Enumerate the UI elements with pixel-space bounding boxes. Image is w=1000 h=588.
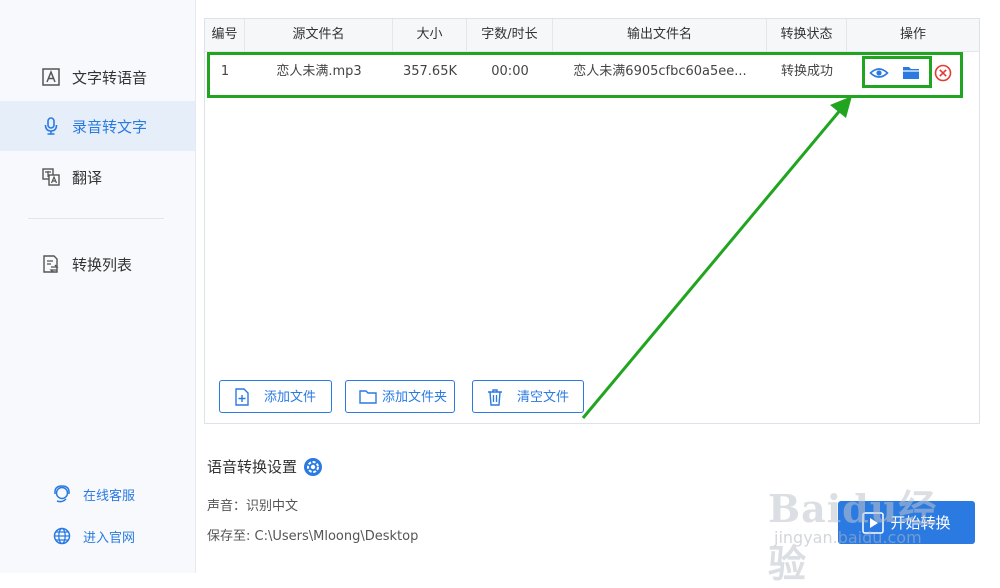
start-conversion-button[interactable]: 开始转换 — [838, 501, 975, 544]
header-source-file: 源文件名 — [245, 19, 393, 51]
sidebar-item-label: 录音转文字 — [72, 117, 148, 136]
globe-icon — [52, 526, 72, 546]
delete-row-button[interactable] — [933, 63, 953, 83]
row-actions — [865, 52, 975, 92]
official-site-label: 进入官网 — [83, 530, 136, 546]
start-conversion-label: 开始转换 — [890, 514, 951, 532]
sidebar-item-conversion-list[interactable]: 转换列表 — [0, 239, 195, 289]
sidebar-item-label: 文字转语音 — [72, 68, 148, 87]
add-file-icon — [232, 387, 252, 407]
add-folder-label: 添加文件夹 — [382, 390, 448, 405]
official-site-link[interactable]: 进入官网 — [52, 526, 135, 546]
header-index: 编号 — [205, 19, 245, 51]
row-status: 转换成功 — [780, 64, 833, 79]
sidebar-item-label: 转换列表 — [72, 255, 133, 274]
online-support-label: 在线客服 — [83, 488, 136, 504]
add-file-button[interactable]: 添加文件 — [219, 380, 332, 413]
preview-button[interactable] — [869, 63, 889, 83]
close-circle-icon — [934, 64, 952, 82]
header-size: 大小 — [393, 19, 467, 51]
header-output-file: 输出文件名 — [553, 19, 767, 51]
sidebar: 文字转语音 录音转文字 翻译 转换列表 在线客服 进入官网 — [0, 0, 196, 573]
microphone-icon — [40, 115, 62, 137]
header-duration: 字数/时长 — [467, 19, 553, 51]
folder-outline-icon — [358, 387, 378, 407]
file-list-panel: 编号 源文件名 大小 字数/时长 输出文件名 转换状态 操作 1 恋人未满.mp… — [204, 18, 980, 424]
table-header: 编号 源文件名 大小 字数/时长 输出文件名 转换状态 操作 — [205, 19, 979, 52]
clear-files-button[interactable]: 清空文件 — [472, 380, 584, 413]
folder-icon — [903, 67, 919, 79]
sidebar-item-translate[interactable]: 翻译 — [0, 152, 195, 202]
text-to-speech-icon — [40, 66, 62, 88]
table-row[interactable]: 1 恋人未满.mp3 357.65K 00:00 恋人未满6905cfbc60a… — [205, 52, 979, 96]
save-path-setting: 保存至: C:\Users\Mloong\Desktop — [207, 529, 419, 544]
add-folder-button[interactable]: 添加文件夹 — [345, 380, 455, 413]
row-duration: 00:00 — [491, 64, 529, 79]
row-source-file: 恋人未满.mp3 — [276, 64, 362, 79]
sidebar-item-recording-to-text[interactable]: 录音转文字 — [0, 101, 195, 151]
add-file-label: 添加文件 — [264, 390, 317, 405]
customer-service-icon — [52, 484, 72, 504]
conversion-list-icon — [40, 253, 62, 275]
row-output-file: 恋人未满6905cfbc60a5ee... — [573, 64, 747, 79]
row-index: 1 — [220, 64, 230, 79]
row-size: 357.65K — [402, 64, 457, 79]
header-actions: 操作 — [899, 27, 926, 42]
settings-title: 语音转换设置 — [207, 458, 298, 476]
header-status: 转换状态 — [767, 19, 847, 51]
translate-icon — [40, 166, 62, 188]
voice-setting: 声音：识别中文 — [207, 499, 299, 514]
settings-section: 语音转换设置 — [207, 456, 323, 477]
open-folder-button[interactable] — [901, 63, 921, 83]
sidebar-item-label: 翻译 — [72, 168, 103, 187]
trash-icon — [485, 387, 505, 407]
sidebar-divider — [28, 218, 164, 219]
play-icon — [862, 511, 885, 534]
clear-files-label: 清空文件 — [517, 390, 570, 405]
online-support-link[interactable]: 在线客服 — [52, 484, 135, 504]
sidebar-item-text-to-speech[interactable]: 文字转语音 — [0, 52, 195, 102]
eye-icon — [869, 68, 889, 78]
gear-icon[interactable] — [303, 457, 323, 477]
